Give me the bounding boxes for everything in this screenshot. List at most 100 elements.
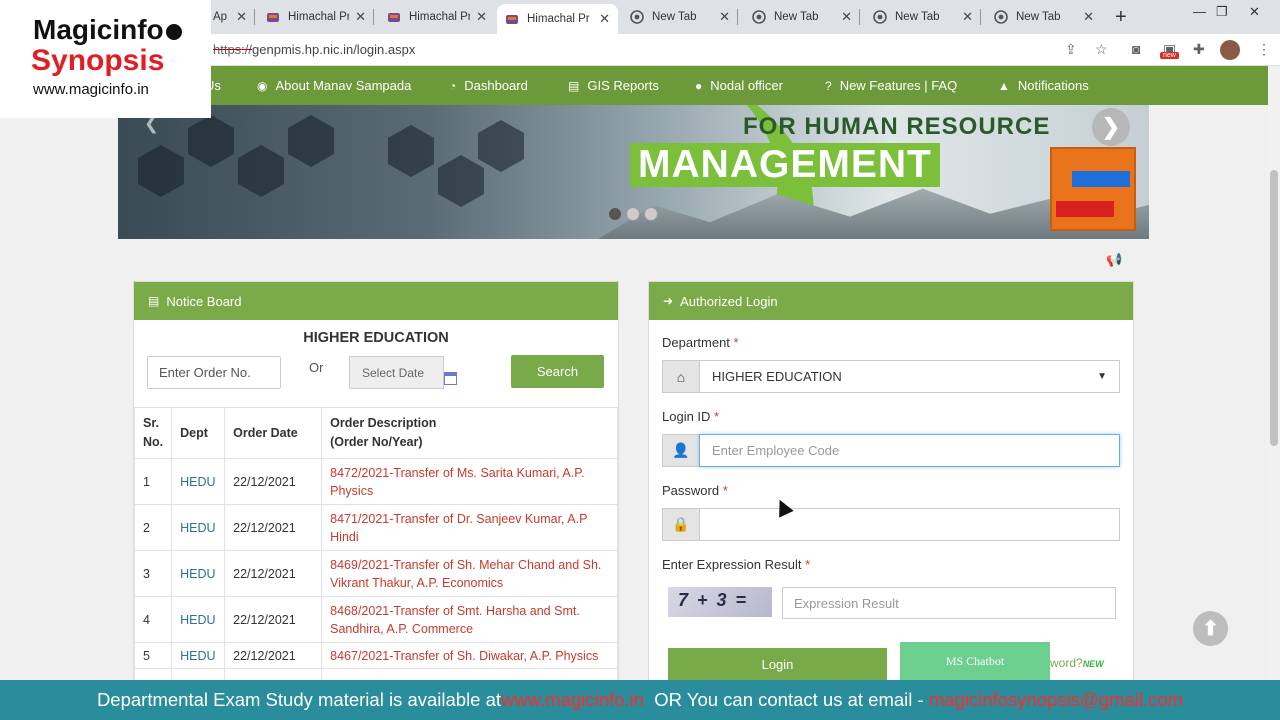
order-number-input[interactable]: Enter Order No. <box>147 356 281 389</box>
page-scrollbar[interactable] <box>1268 66 1280 680</box>
close-icon[interactable]: ✕ <box>355 9 366 25</box>
cell-dept: HEDU <box>171 596 226 643</box>
footer-link-site[interactable]: www.magicinfo.in <box>501 689 644 711</box>
browser-tab-active[interactable]: Himachal Pr ✕ <box>497 4 618 34</box>
profile-avatar[interactable] <box>1220 40 1240 60</box>
column-header-description: Order Description (Order No/Year) <box>321 407 618 459</box>
browser-tab[interactable]: Ap ✕ <box>205 4 255 30</box>
tab-label: Himachal Pr <box>527 13 590 25</box>
bell-icon: ▲ <box>998 78 1010 93</box>
nav-item-notifications[interactable]: ▲ Notifications <box>998 78 1089 93</box>
close-icon[interactable]: ✕ <box>962 9 973 25</box>
url-text[interactable]: https://genpmis.hp.nic.in/login.aspx <box>213 42 415 57</box>
cell-order-date: 22/12/2021 <box>224 596 323 643</box>
scroll-to-top-icon[interactable]: ⬆ <box>1193 611 1228 646</box>
cell-order-date: 22/12/2021 <box>224 458 323 505</box>
minimize-icon[interactable]: — <box>1193 4 1206 19</box>
table-row: 4 HEDU 22/12/2021 8468/2021-Transfer of Smt… <box>133 596 618 643</box>
carousel-dot[interactable] <box>644 207 658 221</box>
expression-result-input[interactable]: Expression Result <box>782 587 1116 619</box>
share-icon[interactable]: ⇪ <box>1065 41 1077 58</box>
browser-tab[interactable]: New Tab ✕ <box>744 4 860 30</box>
tab-label: New Tab <box>774 11 819 23</box>
notice-department-title: HIGHER EDUCATION <box>303 330 449 346</box>
watermark-line1: Magicinfo <box>33 14 182 46</box>
hero-banner: FOR HUMAN RESOURCE MANAGEMENT ❮ ❯ <box>118 105 1149 239</box>
date-input[interactable]: Select Date <box>349 356 444 389</box>
search-button[interactable]: Search <box>511 355 604 388</box>
user-icon: ● <box>695 78 703 93</box>
tab-label: Ap <box>213 11 228 23</box>
list-icon: ▤ <box>148 294 160 308</box>
new-tag: NEW <box>1082 659 1104 669</box>
tab-label: Himachal Pr <box>409 11 471 23</box>
banner-tagline-top: FOR HUMAN RESOURCE <box>743 113 1051 140</box>
browser-tab[interactable]: Himachal Pr ✕ <box>379 4 495 30</box>
nav-item-nodal-officer[interactable]: ● Nodal officer <box>695 78 783 93</box>
close-icon[interactable]: ✕ <box>599 11 610 27</box>
chrome-icon <box>630 10 644 24</box>
login-id-label: Login ID * <box>662 409 720 424</box>
sign-in-icon: ➜ <box>663 294 674 308</box>
chevron-down-icon: ▼ <box>1097 371 1107 382</box>
tab-label: New Tab <box>652 11 697 23</box>
ms-chatbot-button[interactable]: MS Chatbot <box>900 642 1050 681</box>
nav-item-dashboard[interactable]: ◔ Dashboard <box>449 78 528 93</box>
carousel-dot[interactable] <box>626 207 640 221</box>
nav-item-new-features-faq[interactable]: ? New Features | FAQ <box>825 78 957 93</box>
orders-table: Sr. No. Dept Order Date Order Description… <box>133 407 618 715</box>
browser-tab[interactable]: New Tab ✕ <box>986 4 1102 30</box>
close-icon[interactable]: ✕ <box>841 9 852 25</box>
close-icon[interactable]: ✕ <box>476 9 487 25</box>
menu-dots-icon[interactable]: ⋮ <box>1257 41 1271 58</box>
close-icon[interactable]: ✕ <box>236 9 247 25</box>
cell-order-description[interactable]: 8467/2021-Transfer of Sh. Diwakar, A.P. … <box>321 642 618 669</box>
watermark-url: www.magicinfo.in <box>33 81 149 98</box>
close-icon[interactable]: ✕ <box>719 9 730 25</box>
carousel-dot[interactable] <box>608 207 622 221</box>
password-input[interactable] <box>699 508 1120 541</box>
cell-order-description[interactable]: 8472/2021-Transfer of Ms. Sarita Kumari,… <box>321 458 618 505</box>
nav-item-about-manav-sampada[interactable]: ◉ About Manav Sampada <box>257 78 411 93</box>
login-id-input[interactable]: Enter Employee Code <box>699 434 1120 467</box>
forgot-password-link[interactable]: word?NEW <box>1050 656 1104 670</box>
tab-label: New Tab <box>1016 11 1061 23</box>
footer-link-email[interactable]: magicinfosynopsis@gmail.com <box>929 689 1183 711</box>
browser-tab[interactable]: Himachal Pr ✕ <box>258 4 374 30</box>
notice-board-title: Notice Board <box>166 293 242 309</box>
cell-order-description[interactable]: 8468/2021-Transfer of Smt. Harsha and Sm… <box>321 596 618 643</box>
restore-icon[interactable]: ❐ <box>1216 4 1228 20</box>
megaphone-icon[interactable]: 📢 <box>1106 252 1122 268</box>
cell-dept: HEDU <box>171 504 226 551</box>
nav-label: New Features | FAQ <box>839 78 958 93</box>
watermark-logo: Magicinfo Synopsis www.magicinfo.in <box>0 0 211 118</box>
nav-item-gis-reports[interactable]: ▤ GIS Reports <box>568 78 659 93</box>
cell-order-description[interactable]: 8471/2021-Transfer of Dr. Sanjeev Kumar,… <box>321 504 618 551</box>
new-tab-icon[interactable]: + <box>1115 6 1127 29</box>
bookmark-star-icon[interactable]: ☆ <box>1095 41 1108 58</box>
notice-board-panel: ▤ Notice Board HIGHER EDUCATION Enter Or… <box>133 281 619 715</box>
dashboard-icon: ◔ <box>449 78 457 93</box>
cell-sr: 1 <box>133 458 173 505</box>
url-path: genpmis.hp.nic.in/login.aspx <box>252 42 416 57</box>
login-button[interactable]: Login <box>668 648 887 681</box>
cell-sr: 4 <box>133 596 173 643</box>
carousel-next-icon[interactable]: ❯ <box>1092 108 1130 146</box>
camera-icon[interactable]: ◙ <box>1132 41 1140 57</box>
department-select[interactable]: HIGHER EDUCATION ▼ <box>699 360 1120 393</box>
login-panel: ➜ Authorized Login Department * ⌂ HIGHER… <box>648 281 1134 681</box>
table-row: 1 HEDU 22/12/2021 8472/2021-Transfer of Ms.… <box>133 458 618 505</box>
cell-sr: 5 <box>133 642 173 669</box>
scrollbar-thumb[interactable] <box>1270 170 1278 446</box>
page-content: FOR HUMAN RESOURCE MANAGEMENT ❮ ❯ 📢 ▤ No… <box>0 105 1268 715</box>
browser-tab[interactable]: New Tab ✕ <box>865 4 981 30</box>
calendar-icon[interactable] <box>444 372 457 385</box>
arrow-right-icon <box>1072 171 1130 187</box>
close-icon[interactable]: ✕ <box>1083 9 1094 25</box>
puzzle-icon[interactable]: ✚ <box>1193 41 1205 58</box>
browser-tab[interactable]: New Tab ✕ <box>622 4 738 30</box>
cell-order-description[interactable]: 8469/2021-Transfer of Sh. Mehar Chand an… <box>321 550 618 597</box>
cell-dept: HEDU <box>171 550 226 597</box>
password-label: Password * <box>662 483 728 498</box>
window-close-icon[interactable]: ✕ <box>1249 4 1260 20</box>
